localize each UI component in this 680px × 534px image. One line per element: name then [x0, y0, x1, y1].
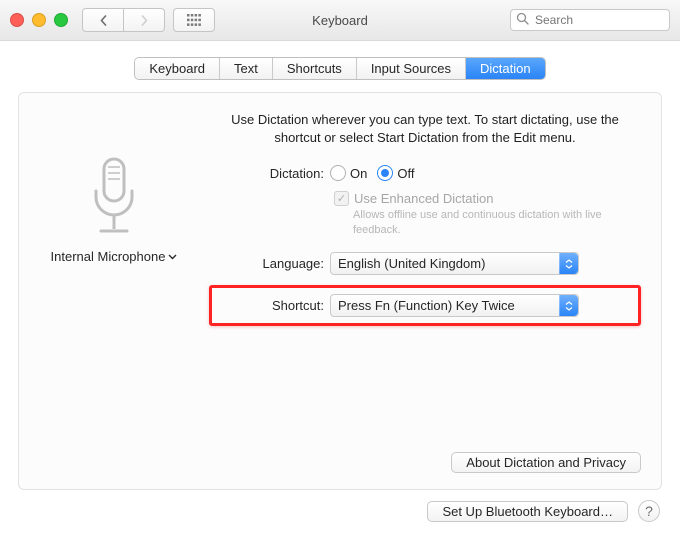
- stepper-arrows-icon: [559, 295, 578, 316]
- instruction-text: Use Dictation wherever you can type text…: [209, 111, 641, 159]
- grid-icon: [187, 14, 201, 26]
- dictation-on-radio[interactable]: On: [330, 165, 367, 181]
- language-value: English (United Kingdom): [338, 256, 485, 271]
- enhanced-dictation-checkbox[interactable]: ✓ Use Enhanced Dictation: [334, 191, 641, 206]
- stepper-arrows-icon: [559, 253, 578, 274]
- dictation-label: Dictation:: [209, 165, 330, 181]
- shortcut-select[interactable]: Press Fn (Function) Key Twice: [330, 294, 579, 317]
- minimize-window-button[interactable]: [32, 13, 46, 27]
- input-device-label: Internal Microphone: [51, 249, 166, 264]
- forward-button[interactable]: [124, 8, 165, 32]
- tabs: Keyboard Text Shortcuts Input Sources Di…: [134, 57, 545, 80]
- preferences-window: Keyboard Keyboard Text Shortcuts Input S…: [0, 0, 680, 533]
- dictation-toggle-row: Dictation: On Off ✓ Use Enhanc: [209, 165, 641, 238]
- nav-buttons: [82, 8, 165, 32]
- search-icon: [516, 12, 529, 25]
- chevron-left-icon: [99, 15, 108, 26]
- setup-bluetooth-keyboard-button[interactable]: Set Up Bluetooth Keyboard…: [427, 501, 628, 522]
- tab-text[interactable]: Text: [220, 58, 273, 79]
- about-dictation-button[interactable]: About Dictation and Privacy: [451, 452, 641, 473]
- enhanced-label: Use Enhanced Dictation: [354, 191, 493, 206]
- close-window-button[interactable]: [10, 13, 24, 27]
- microphone-column: Internal Microphone: [39, 111, 189, 473]
- tab-dictation[interactable]: Dictation: [466, 58, 545, 79]
- input-device-select[interactable]: Internal Microphone: [51, 249, 178, 264]
- shortcut-value: Press Fn (Function) Key Twice: [338, 298, 515, 313]
- radio-off-label: Off: [397, 166, 414, 181]
- help-button[interactable]: ?: [638, 500, 660, 522]
- tab-keyboard[interactable]: Keyboard: [135, 58, 220, 79]
- window-controls: [10, 13, 68, 27]
- window-body: Keyboard Text Shortcuts Input Sources Di…: [0, 41, 680, 534]
- microphone-icon: [87, 157, 141, 237]
- tab-input-sources[interactable]: Input Sources: [357, 58, 466, 79]
- shortcut-label: Shortcut:: [216, 298, 330, 313]
- tabs-row: Keyboard Text Shortcuts Input Sources Di…: [18, 57, 662, 80]
- settings-column: Use Dictation wherever you can type text…: [209, 111, 641, 473]
- dictation-panel: Internal Microphone Use Dictation wherev…: [18, 92, 662, 490]
- show-all-button[interactable]: [173, 8, 215, 32]
- checkmark-icon: ✓: [334, 191, 349, 206]
- shortcut-highlight: Shortcut: Press Fn (Function) Key Twice: [209, 285, 641, 326]
- title-bar: Keyboard: [0, 0, 680, 41]
- tab-shortcuts[interactable]: Shortcuts: [273, 58, 357, 79]
- zoom-window-button[interactable]: [54, 13, 68, 27]
- back-button[interactable]: [82, 8, 124, 32]
- language-select[interactable]: English (United Kingdom): [330, 252, 579, 275]
- chevron-right-icon: [140, 15, 149, 26]
- search-input[interactable]: [510, 9, 670, 31]
- language-row: Language: English (United Kingdom): [209, 252, 641, 275]
- help-icon: ?: [645, 503, 653, 519]
- chevron-down-icon: [168, 254, 177, 260]
- search-wrap: [510, 9, 670, 31]
- radio-on-label: On: [350, 166, 367, 181]
- dictation-off-radio[interactable]: Off: [377, 165, 414, 181]
- enhanced-description: Allows offline use and continuous dictat…: [353, 208, 641, 238]
- footer: Set Up Bluetooth Keyboard… ?: [18, 490, 662, 522]
- language-label: Language:: [209, 256, 330, 271]
